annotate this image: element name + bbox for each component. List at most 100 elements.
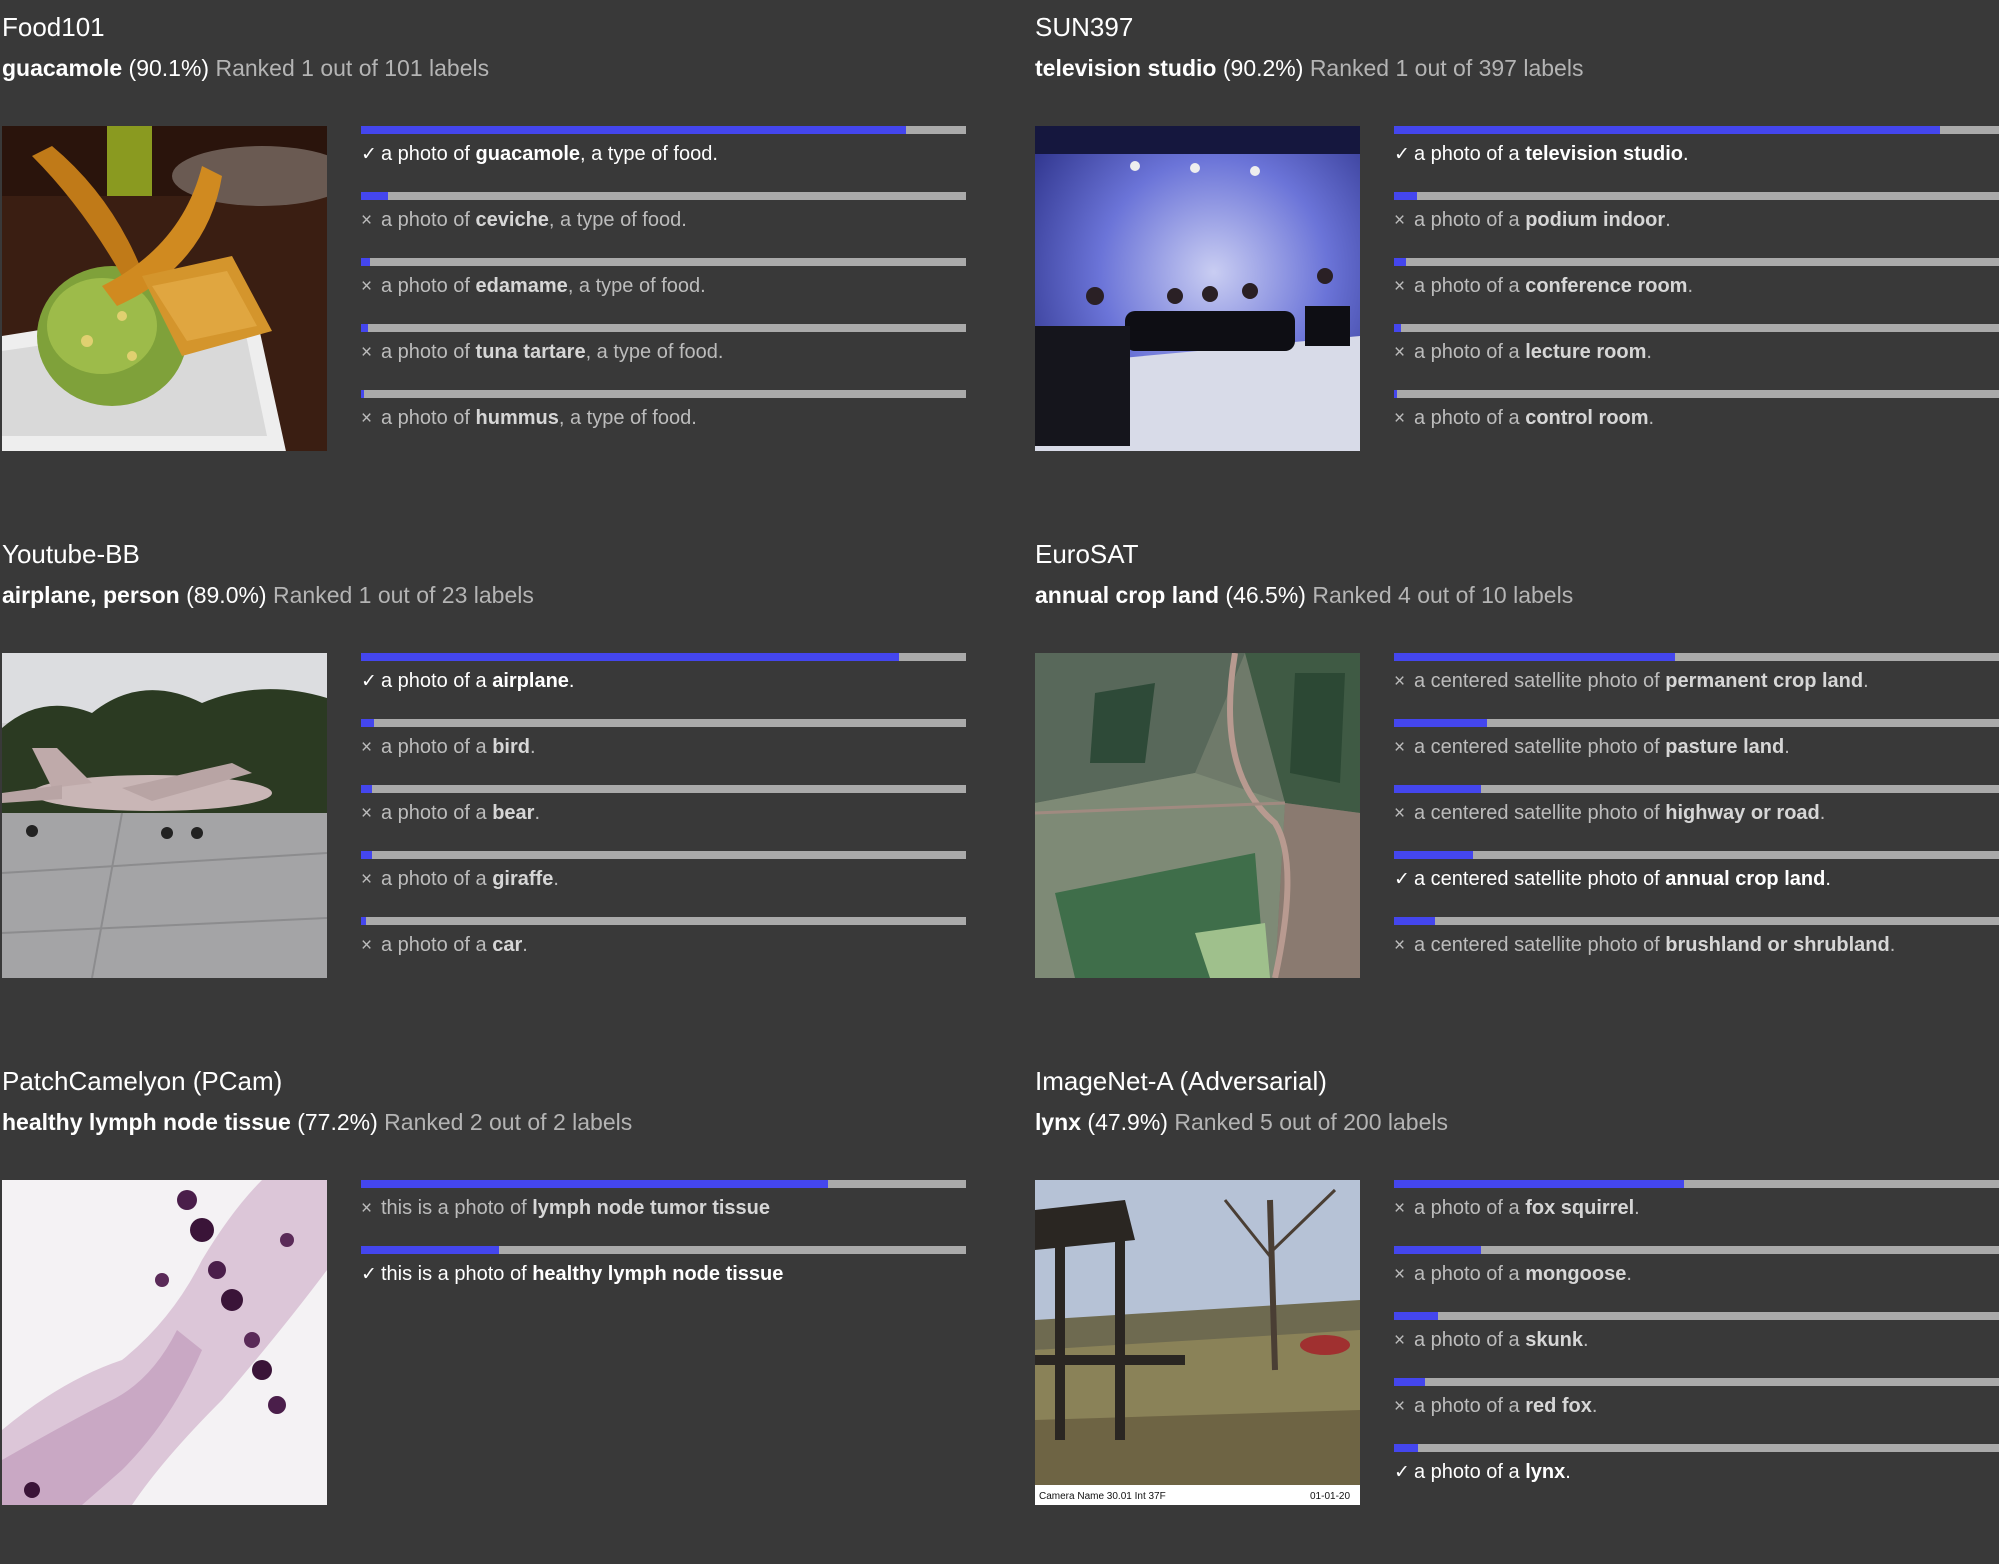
option-prefix: a centered satellite photo of xyxy=(1414,868,1666,890)
cross-icon: × xyxy=(361,737,373,758)
cross-icon: × xyxy=(361,869,373,890)
predicted-label: television studio xyxy=(1035,55,1217,81)
option-prefix: a centered satellite photo of xyxy=(1414,670,1666,692)
probability-bar-fill xyxy=(361,785,372,793)
label-option: ✓ a photo of a lynx. xyxy=(1394,1444,1999,1510)
cross-icon: × xyxy=(361,803,373,824)
label-option: × a centered satellite photo of brushland… xyxy=(1394,917,1999,983)
probability-bar-fill xyxy=(1394,390,1398,398)
probability-bar xyxy=(361,785,966,793)
prediction-summary: airplane, person (89.0%) Ranked 1 out of… xyxy=(2,582,534,609)
rank-text: Ranked 4 out of 10 labels xyxy=(1312,582,1574,608)
probability-bar-fill xyxy=(1394,1312,1438,1320)
option-suffix: , a type of food. xyxy=(567,275,706,297)
option-suffix: . xyxy=(1825,868,1831,890)
dataset-title: Food101 xyxy=(2,12,105,42)
option-prefix: this is a photo of xyxy=(381,1197,533,1219)
option-prefix: a photo of xyxy=(381,341,476,363)
label-option: × a centered satellite photo of permanent… xyxy=(1394,653,1999,719)
option-suffix: , a type of food. xyxy=(585,341,724,363)
option-class: tuna tartare xyxy=(475,341,586,363)
option-text: × a photo of edamame, a type of food. xyxy=(361,275,706,298)
option-class: red fox xyxy=(1525,1395,1592,1417)
label-options: ✓ a photo of a television studio. × a photo… xyxy=(1394,126,1999,456)
label-option: × a photo of a skunk. xyxy=(1394,1312,1999,1378)
probability-bar xyxy=(1394,917,1999,925)
probability-bar xyxy=(1394,851,1999,859)
option-text: × a photo of a red fox. xyxy=(1394,1395,1597,1418)
option-text: × a photo of hummus, a type of food. xyxy=(361,407,697,430)
option-text: × a photo of a control room. xyxy=(1394,407,1654,430)
cross-icon: × xyxy=(361,1198,373,1219)
cross-icon: × xyxy=(1394,1264,1406,1285)
check-icon: ✓ xyxy=(1394,144,1410,165)
rank-text: Ranked 1 out of 23 labels xyxy=(273,582,534,608)
cross-icon: × xyxy=(1394,210,1406,231)
cross-icon: × xyxy=(1394,276,1406,297)
cross-icon: × xyxy=(361,276,373,297)
option-suffix: . xyxy=(1646,341,1652,363)
prediction-summary: television studio (90.2%) Ranked 1 out o… xyxy=(1035,55,1583,82)
option-text: × a centered satellite photo of brushland… xyxy=(1394,934,1895,957)
option-text: ✓ a centered satellite photo of annual cr… xyxy=(1394,868,1831,891)
label-option: × a photo of a bear. xyxy=(361,785,966,851)
probability-bar xyxy=(361,192,966,200)
option-prefix: a photo of xyxy=(381,407,476,429)
predicted-score: (47.9%) xyxy=(1087,1109,1168,1135)
label-option: ✓ a photo of a airplane. xyxy=(361,653,966,719)
option-suffix: . xyxy=(534,802,541,824)
option-class: skunk xyxy=(1525,1329,1584,1351)
dataset-title: ImageNet-A (Adversarial) xyxy=(1035,1066,1327,1096)
label-option: ✓ a photo of guacamole, a type of food. xyxy=(361,126,966,192)
label-option: × a photo of hummus, a type of food. xyxy=(361,390,966,456)
cross-icon: × xyxy=(1394,1396,1406,1417)
probability-bar xyxy=(1394,390,1999,398)
option-prefix: a centered satellite photo of xyxy=(1414,736,1666,758)
probability-bar-fill xyxy=(1394,1180,1684,1188)
label-option: ✓ this is a photo of healthy lymph node t… xyxy=(361,1246,966,1312)
cross-icon: × xyxy=(1394,935,1406,956)
option-text: × a photo of a car. xyxy=(361,934,528,957)
option-prefix: a photo of a xyxy=(381,736,493,758)
label-options: × a centered satellite photo of permanent… xyxy=(1394,653,1999,983)
airplane-photo xyxy=(2,653,327,978)
option-class: lymph node tumor tissue xyxy=(532,1197,771,1219)
option-class: lynx xyxy=(1525,1461,1566,1483)
panel-food101: Food101 guacamole (90.1%) Ranked 1 out o… xyxy=(0,0,998,510)
option-class: ceviche xyxy=(475,209,549,231)
option-text: ✓ a photo of a television studio. xyxy=(1394,143,1689,166)
dataset-title: PatchCamelyon (PCam) xyxy=(2,1066,283,1096)
option-text: ✓ a photo of a lynx. xyxy=(1394,1461,1571,1484)
option-text: × a photo of a mongoose. xyxy=(1394,1263,1632,1286)
label-option: × a photo of a giraffe. xyxy=(361,851,966,917)
predicted-score: (89.0%) xyxy=(186,582,267,608)
option-suffix: , a type of food. xyxy=(580,143,718,165)
probability-bar xyxy=(361,390,966,398)
cross-icon: × xyxy=(361,408,373,429)
probability-bar-fill xyxy=(1394,192,1417,200)
option-class: brushland or shrubland xyxy=(1665,934,1890,956)
option-prefix: a photo of a xyxy=(381,670,493,692)
label-option: × a photo of a fox squirrel. xyxy=(1394,1180,1999,1246)
option-suffix: . xyxy=(1665,209,1671,231)
option-text: × a photo of a bird. xyxy=(361,736,536,759)
probability-bar xyxy=(361,653,966,661)
option-prefix: a photo of xyxy=(381,275,476,297)
predicted-score: (46.5%) xyxy=(1225,582,1306,608)
probability-bar-fill xyxy=(361,1246,499,1254)
option-class: annual crop land xyxy=(1665,868,1826,890)
label-options: ✓ a photo of guacamole, a type of food. × a… xyxy=(361,126,966,456)
option-class: guacamole xyxy=(475,143,581,165)
satellite-photo xyxy=(1035,653,1360,978)
label-option: × a photo of a car. xyxy=(361,917,966,983)
cross-icon: × xyxy=(1394,1330,1406,1351)
panel-eurosat: EuroSAT annual crop land (46.5%) Ranked … xyxy=(1033,527,1999,1037)
predicted-label: guacamole xyxy=(2,55,123,81)
probability-bar-fill xyxy=(361,851,372,859)
option-class: bear xyxy=(492,802,535,824)
label-options: × this is a photo of lymph node tumor tis… xyxy=(361,1180,966,1312)
rank-text: Ranked 1 out of 101 labels xyxy=(215,55,490,81)
probability-bar-fill xyxy=(361,917,366,925)
probability-bar xyxy=(361,851,966,859)
predicted-score: (90.1%) xyxy=(128,55,210,81)
